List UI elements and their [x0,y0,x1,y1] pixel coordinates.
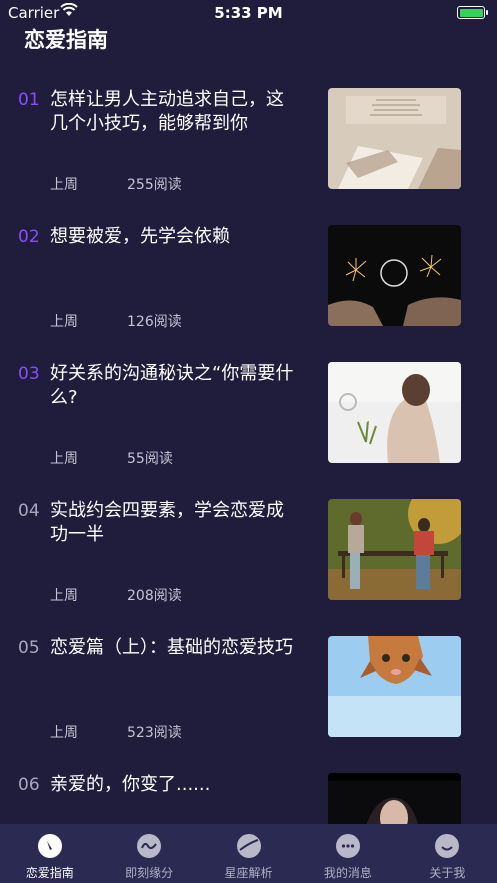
compass-icon [37,834,62,858]
article-number: 02 [18,227,40,247]
article-read-count: 55阅读 [127,451,173,467]
article-thumbnail [328,499,461,600]
article-date: 上周 [50,451,78,467]
tab-label: 星座解析 [224,866,273,880]
article-date: 上周 [50,725,78,741]
article-title: 怎样让男人主动追求自己，这几个小技巧，能够帮到你 [50,89,284,134]
article-item-6[interactable]: 06 亲爱的，你变了...... 上周 [0,759,497,824]
article-read-count: 255阅读 [127,177,182,193]
smile-icon [435,834,460,858]
tab-label: 关于我 [429,866,466,880]
article-title: 想要被爱，先学会依赖 [50,226,230,247]
tab-horoscope[interactable]: 星座解析 [199,824,298,883]
tab-label: 我的消息 [323,866,372,880]
article-item-2[interactable]: 02 想要被爱，先学会依赖 上周 126阅读 [0,211,497,348]
article-date: 上周 [50,588,78,604]
article-thumbnail [328,88,461,189]
article-item-3[interactable]: 03 好关系的沟通秘诀之“你需要什么? 上周 55阅读 [0,348,497,485]
article-title: 亲爱的，你变了...... [50,774,211,795]
article-list[interactable]: 01 怎样让男人主动追求自己，这几个小技巧，能够帮到你 上周 255阅读 02 … [0,74,497,824]
planet-icon [236,834,261,858]
article-number: 03 [18,364,40,384]
article-thumbnail [328,362,461,463]
article-thumbnail [328,773,461,824]
tab-bar: 恋爱指南 即刻缘分 星座解析 我的消息 关于我 [0,824,497,883]
tab-messages[interactable]: 我的消息 [298,824,397,883]
article-number: 05 [18,638,40,658]
article-item-4[interactable]: 04 实战约会四要素，学会恋爱成功一半 上周 208阅读 [0,485,497,622]
page-title: 恋爱指南 [24,28,108,52]
article-title: 实战约会四要素，学会恋爱成功一半 [50,500,284,545]
battery-icon [457,6,488,19]
article-item-5[interactable]: 05 恋爱篇（上）：基础的恋爱技巧 上周 523阅读 [0,622,497,759]
article-read-count: 523阅读 [127,725,182,741]
article-read-count: 126阅读 [127,314,182,330]
tab-instant-match[interactable]: 即刻缘分 [99,824,198,883]
tab-label: 即刻缘分 [125,866,174,880]
status-time: 5:33 PM [214,4,283,22]
wave-icon [137,834,162,858]
article-item-1[interactable]: 01 怎样让男人主动追求自己，这几个小技巧，能够帮到你 上周 255阅读 [0,74,497,211]
article-thumbnail [328,225,461,326]
chat-icon [335,834,360,858]
article-read-count: 208阅读 [127,588,182,604]
article-number: 04 [18,501,40,521]
article-date: 上周 [50,314,78,330]
article-title: 恋爱篇（上）：基础的恋爱技巧 [50,637,293,658]
tab-label: 恋爱指南 [25,866,74,880]
article-date: 上周 [50,177,78,193]
article-title: 好关系的沟通秘诀之“你需要什么? [50,363,294,408]
tab-about-me[interactable]: 关于我 [398,824,497,883]
tab-love-guide[interactable]: 恋爱指南 [0,824,99,883]
status-bar: Carrier 5:33 PM [0,0,497,24]
article-number: 06 [18,775,40,795]
article-thumbnail [328,636,461,737]
article-number: 01 [18,90,40,110]
